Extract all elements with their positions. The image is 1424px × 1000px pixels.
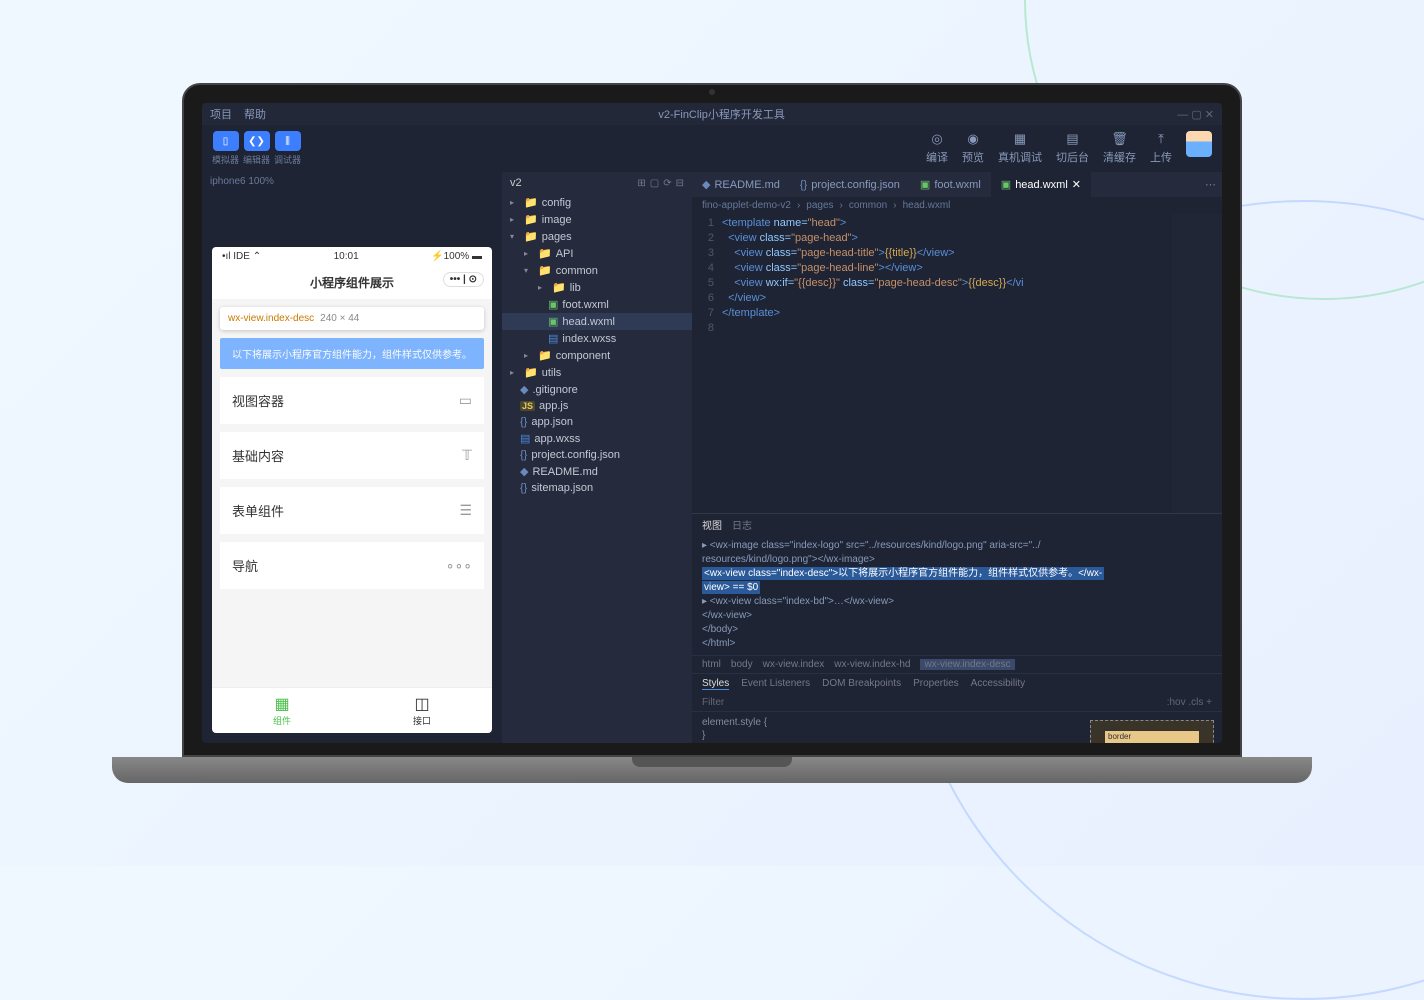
new-file-icon[interactable]: ⊞ xyxy=(637,178,645,189)
accessibility-tab[interactable]: Accessibility xyxy=(971,678,1025,690)
tree-file[interactable]: ◆.gitignore xyxy=(502,381,692,398)
styles-tabs: Styles Event Listeners DOM Breakpoints P… xyxy=(692,673,1222,694)
tree-folder[interactable]: ▸📁component xyxy=(502,347,692,364)
phone-tabbar: ▦组件 ◫接口 xyxy=(212,687,492,733)
simulator-toggle[interactable]: ▯模拟器 xyxy=(212,131,239,166)
hov-toggle[interactable]: :hov xyxy=(1167,697,1186,708)
dom-breadcrumb[interactable]: htmlbody wx-view.indexwx-view.index-hd w… xyxy=(692,655,1222,673)
gutter: 1234 5678 xyxy=(692,214,722,513)
camera-dot xyxy=(709,89,715,95)
tree-file[interactable]: {}app.json xyxy=(502,414,692,430)
menubar: 项目 帮助 v2-FinClip小程序开发工具 — ▢ ✕ xyxy=(202,103,1222,125)
tree-folder[interactable]: ▸📁image xyxy=(502,211,692,228)
list-item[interactable]: 视图容器▭ xyxy=(220,377,484,424)
explorer-header: v2 ⊞ ▢ ⟳ ⊟ xyxy=(502,172,692,194)
tree-folder[interactable]: ▸📁API xyxy=(502,245,692,262)
menu-help[interactable]: 帮助 xyxy=(244,106,266,122)
debugger-toggle[interactable]: ⫼调试器 xyxy=(274,131,301,166)
properties-tab[interactable]: Properties xyxy=(913,678,959,690)
close-icon[interactable]: ✕ xyxy=(1072,178,1081,191)
list-item[interactable]: 基础内容𝕋 xyxy=(220,432,484,479)
menu-project[interactable]: 项目 xyxy=(210,106,232,122)
filter-input[interactable]: Filter xyxy=(702,697,1167,708)
devtools-panel: 视图 日志 ▸ <wx-image class="index-logo" src… xyxy=(692,513,1222,743)
list-item[interactable]: 导航∘∘∘ xyxy=(220,542,484,589)
tab-foot[interactable]: ▣foot.wxml xyxy=(910,172,991,197)
tree-file[interactable]: JSapp.js xyxy=(502,398,692,414)
tab-api[interactable]: ◫接口 xyxy=(352,688,492,733)
tab-log[interactable]: 日志 xyxy=(732,517,752,532)
styles-filter-bar: Filter :hov .cls + xyxy=(692,694,1222,712)
tree-folder[interactable]: ▾📁common xyxy=(502,262,692,279)
editor-tabs: ◆README.md {}project.config.json ▣foot.w… xyxy=(692,172,1222,197)
compile-button[interactable]: ◎编译 xyxy=(926,131,948,165)
box-model[interactable]: 10 - - 240 × 44 - - xyxy=(1082,712,1222,743)
tree-folder[interactable]: ▸📁lib xyxy=(502,279,692,296)
list-item[interactable]: 表单组件☰ xyxy=(220,487,484,534)
minimap[interactable] xyxy=(1172,214,1222,513)
editor-toggle[interactable]: ❮❯编辑器 xyxy=(243,131,270,166)
nav-icon: ∘∘∘ xyxy=(446,557,472,574)
tab-view[interactable]: 视图 xyxy=(702,517,722,532)
simulator-panel: iphone6 100% •ıl IDE ⌃ 10:01 ⚡100% ▬ 小程序… xyxy=(202,172,502,743)
upload-button[interactable]: ⤒上传 xyxy=(1150,131,1172,165)
editor-area: ◆README.md {}project.config.json ▣foot.w… xyxy=(692,172,1222,743)
tab-component[interactable]: ▦组件 xyxy=(212,688,352,733)
laptop-mockup: 项目 帮助 v2-FinClip小程序开发工具 — ▢ ✕ ▯模拟器 ❮❯编辑器… xyxy=(182,83,1242,783)
tree-file[interactable]: {}project.config.json xyxy=(502,447,692,463)
styles-tab[interactable]: Styles xyxy=(702,678,729,690)
breadcrumb[interactable]: fino-applet-demo-v2› pages› common› head… xyxy=(692,197,1222,214)
refresh-icon[interactable]: ⟳ xyxy=(663,178,671,189)
new-folder-icon[interactable]: ▢ xyxy=(650,178,659,189)
tree-folder[interactable]: ▸📁config xyxy=(502,194,692,211)
tree-folder[interactable]: ▸📁utils xyxy=(502,364,692,381)
dom-tree[interactable]: ▸ <wx-image class="index-logo" src="../r… xyxy=(692,535,1222,655)
more-tabs-icon[interactable]: ⋯ xyxy=(1199,178,1222,191)
container-icon: ▭ xyxy=(459,392,472,409)
window-title: v2-FinClip小程序开发工具 xyxy=(278,106,1165,122)
file-tree: ▸📁config ▸📁image ▾📁pages ▸📁API ▾📁common … xyxy=(502,194,692,743)
collapse-icon[interactable]: ⊟ xyxy=(676,178,684,189)
phone-title: 小程序组件展示 ••• | ⊙ xyxy=(212,266,492,299)
root-folder[interactable]: v2 xyxy=(510,177,522,189)
cls-toggle[interactable]: .cls xyxy=(1188,697,1203,708)
tree-file[interactable]: ▤app.wxss xyxy=(502,430,692,447)
remote-debug-button[interactable]: ▦真机调试 xyxy=(998,131,1042,165)
window-controls[interactable]: — ▢ ✕ xyxy=(1177,108,1214,121)
laptop-base xyxy=(112,757,1312,783)
breakpoints-tab[interactable]: DOM Breakpoints xyxy=(822,678,901,690)
tree-file[interactable]: ▣foot.wxml xyxy=(502,296,692,313)
phone-preview: •ıl IDE ⌃ 10:01 ⚡100% ▬ 小程序组件展示 ••• | ⊙ … xyxy=(212,247,492,733)
capsule-button[interactable]: ••• | ⊙ xyxy=(443,272,484,287)
code-editor[interactable]: 1234 5678 <template name="head"> <view c… xyxy=(692,214,1222,513)
preview-button[interactable]: ◉预览 xyxy=(962,131,984,165)
tree-file[interactable]: ▤index.wxss xyxy=(502,330,692,347)
text-icon: 𝕋 xyxy=(462,447,472,464)
add-rule-icon[interactable]: + xyxy=(1206,697,1212,708)
form-icon: ☰ xyxy=(459,502,472,519)
tree-file-active[interactable]: ▣head.wxml xyxy=(502,313,692,330)
devtools-top-tabs: 视图 日志 xyxy=(692,514,1222,535)
tab-readme[interactable]: ◆README.md xyxy=(692,172,790,197)
ide-window: 项目 帮助 v2-FinClip小程序开发工具 — ▢ ✕ ▯模拟器 ❮❯编辑器… xyxy=(202,103,1222,743)
background-button[interactable]: ▤切后台 xyxy=(1056,131,1089,165)
inspect-tooltip: wx-view.index-desc240 × 44 xyxy=(220,307,484,330)
tree-folder[interactable]: ▾📁pages xyxy=(502,228,692,245)
code-lines[interactable]: <template name="head"> <view class="page… xyxy=(722,214,1172,513)
highlighted-element[interactable]: 以下将展示小程序官方组件能力，组件样式仅供参考。 xyxy=(220,338,484,369)
listeners-tab[interactable]: Event Listeners xyxy=(741,678,810,690)
tab-projectcfg[interactable]: {}project.config.json xyxy=(790,173,910,197)
file-explorer: v2 ⊞ ▢ ⟳ ⊟ ▸📁config ▸📁image ▾📁pages ▸📁AP… xyxy=(502,172,692,743)
tree-file[interactable]: ◆README.md xyxy=(502,463,692,480)
tree-file[interactable]: {}sitemap.json xyxy=(502,480,692,496)
user-avatar[interactable] xyxy=(1186,131,1212,157)
device-info[interactable]: iphone6 100% xyxy=(202,172,502,191)
tab-head[interactable]: ▣head.wxml✕ xyxy=(991,172,1091,197)
phone-statusbar: •ıl IDE ⌃ 10:01 ⚡100% ▬ xyxy=(212,247,492,266)
clear-cache-button[interactable]: 🗑清缓存 xyxy=(1103,131,1136,165)
css-rules[interactable]: element.style { } .index-desc {<style> m… xyxy=(692,712,1082,743)
toolbar: ▯模拟器 ❮❯编辑器 ⫼调试器 ◎编译 ◉预览 ▦真机调试 ▤切后台 🗑清缓存 … xyxy=(202,125,1222,172)
